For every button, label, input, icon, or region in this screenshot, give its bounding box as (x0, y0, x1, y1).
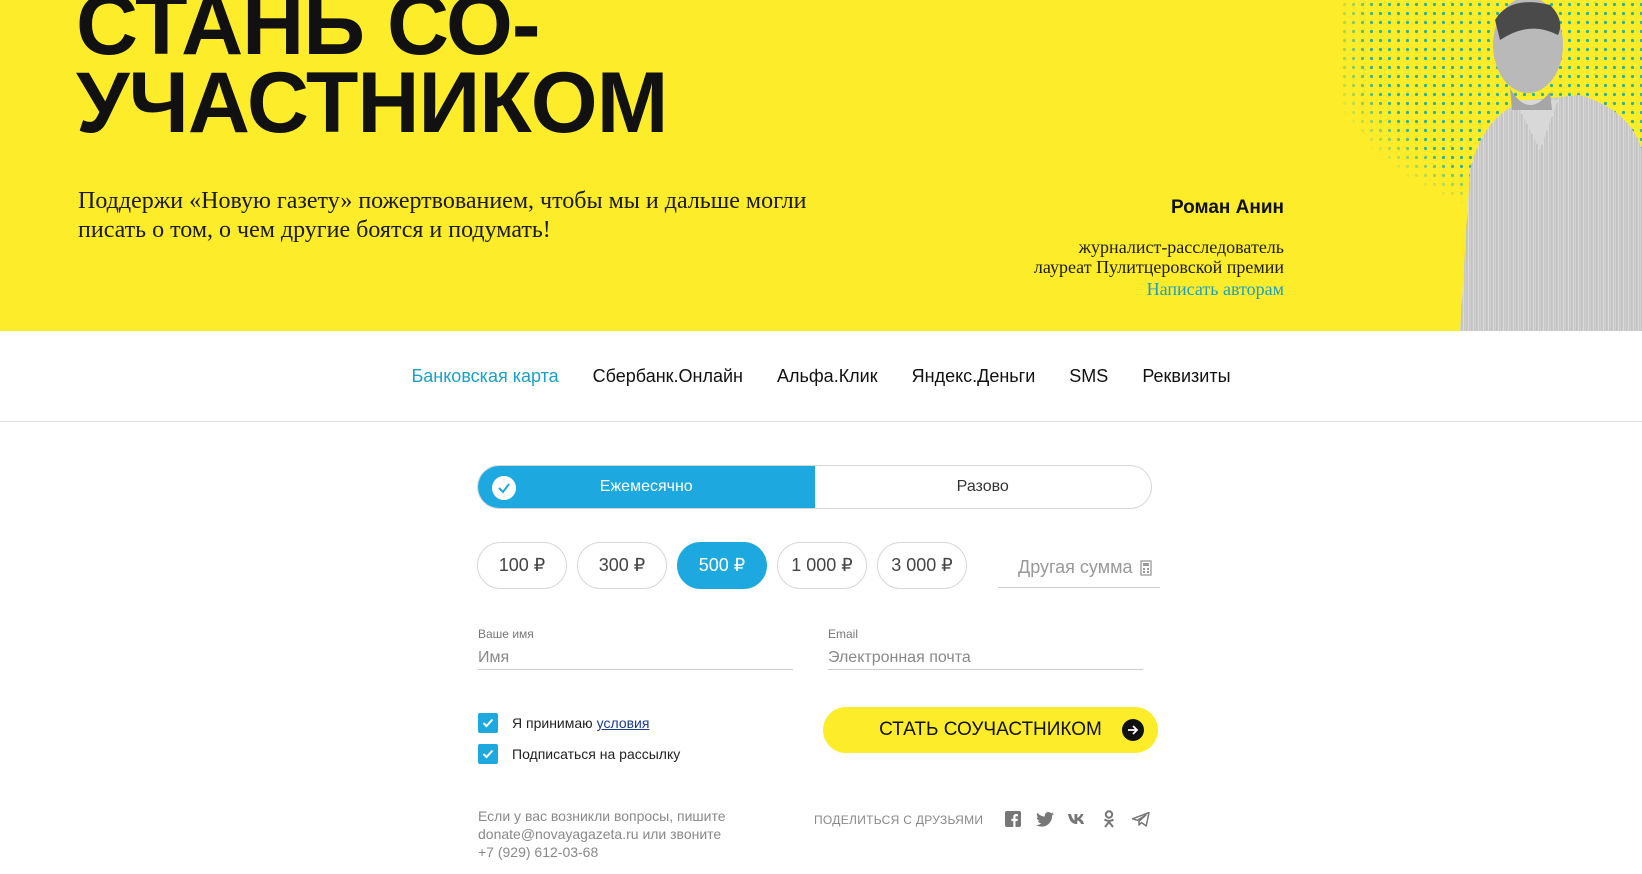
subscribe-row: Подписаться на рассылку (478, 744, 680, 764)
vk-icon[interactable] (1067, 809, 1087, 829)
telegram-icon[interactable] (1131, 809, 1151, 829)
subscribe-text: Подписаться на рассылку (512, 746, 681, 762)
contact-line1: Если у вас возникли вопросы, пишите (478, 808, 726, 824)
author-role: журналист-расследователь лауреат Пулитце… (1034, 237, 1284, 277)
once-option[interactable]: Разово (815, 466, 1152, 508)
amount-1000-button[interactable]: 1 000 ₽ (777, 542, 867, 589)
author-name: Роман Анин (1170, 197, 1284, 218)
become-participant-button[interactable]: СТАТЬ СОУЧАСТНИКОМ (823, 707, 1158, 753)
author-portrait-image (1460, 0, 1642, 331)
other-sum-input[interactable] (1018, 557, 1138, 578)
name-field: Ваше имя (478, 627, 793, 670)
author-role-line1: журналист-расследователь (1078, 237, 1284, 257)
hero-banner: СТАНЬ СО- УЧАСТНИКОМ Поддержи «Новую газ… (0, 0, 1642, 331)
frequency-toggle: Ежемесячно Разово (477, 465, 1152, 509)
author-role-line2: лауреат Пулитцеровской премии (1033, 257, 1284, 277)
contact-line2: donate@novayagazeta.ru или звоните (478, 826, 722, 842)
arrow-right-icon (1122, 719, 1144, 741)
terms-link[interactable]: условия (597, 715, 650, 731)
once-label: Разово (956, 478, 1009, 495)
calculator-icon (1140, 559, 1152, 576)
hero-subtitle: Поддержи «Новую газету» пожертвованием, … (78, 188, 807, 243)
monthly-label: Ежемесячно (599, 478, 693, 495)
facebook-icon[interactable] (1003, 809, 1023, 829)
subscribe-checkbox[interactable] (478, 744, 498, 764)
amount-300-button[interactable]: 300 ₽ (577, 542, 667, 589)
odnoklassniki-icon[interactable] (1099, 809, 1119, 829)
hero-title: СТАНЬ СО- УЧАСТНИКОМ (76, 0, 668, 151)
email-input[interactable] (828, 649, 1143, 670)
amount-options: 100 ₽ 300 ₽ 500 ₽ 1 000 ₽ 3 000 ₽ (477, 542, 977, 589)
name-label: Ваше имя (478, 627, 534, 641)
contact-info: Если у вас возникли вопросы, пишите dona… (478, 807, 726, 861)
accept-terms-row: Я принимаю условия (478, 713, 649, 733)
email-field: Email (828, 627, 1143, 670)
author-info: Роман Анин журналист-расследователь лаур… (1034, 197, 1284, 300)
name-input[interactable] (478, 649, 793, 670)
tab-sberbank-online[interactable]: Сбербанк.Онлайн (576, 366, 760, 387)
email-label: Email (828, 627, 859, 641)
monthly-option[interactable]: Ежемесячно (478, 466, 815, 508)
write-to-authors-link[interactable]: Написать авторам (1034, 279, 1284, 300)
tab-sms[interactable]: SMS (1052, 366, 1125, 387)
hero-title-line2: УЧАСТНИКОМ (76, 55, 668, 151)
twitter-icon[interactable] (1035, 809, 1055, 829)
check-icon (492, 476, 516, 500)
tab-bank-card[interactable]: Банковская карта (394, 366, 575, 387)
other-sum-field (998, 548, 1160, 588)
accept-terms-checkbox[interactable] (478, 713, 498, 733)
amount-3000-button[interactable]: 3 000 ₽ (877, 542, 967, 589)
tab-requisites[interactable]: Реквизиты (1125, 366, 1247, 387)
tab-yandex-money[interactable]: Яндекс.Деньги (895, 366, 1053, 387)
amount-500-button[interactable]: 500 ₽ (677, 542, 767, 589)
social-share-icons (1003, 809, 1151, 829)
share-label: ПОДЕЛИТЬСЯ С ДРУЗЬЯМИ (814, 813, 984, 827)
contact-line3: +7 (929) 612-03-68 (478, 844, 599, 860)
payment-method-tabs: Банковская карта Сбербанк.Онлайн Альфа.К… (0, 331, 1642, 422)
amount-100-button[interactable]: 100 ₽ (477, 542, 567, 589)
accept-terms-text: Я принимаю (512, 715, 593, 731)
submit-label: СТАТЬ СОУЧАСТНИКОМ (879, 719, 1102, 740)
tab-alfa-click[interactable]: Альфа.Клик (760, 366, 895, 387)
